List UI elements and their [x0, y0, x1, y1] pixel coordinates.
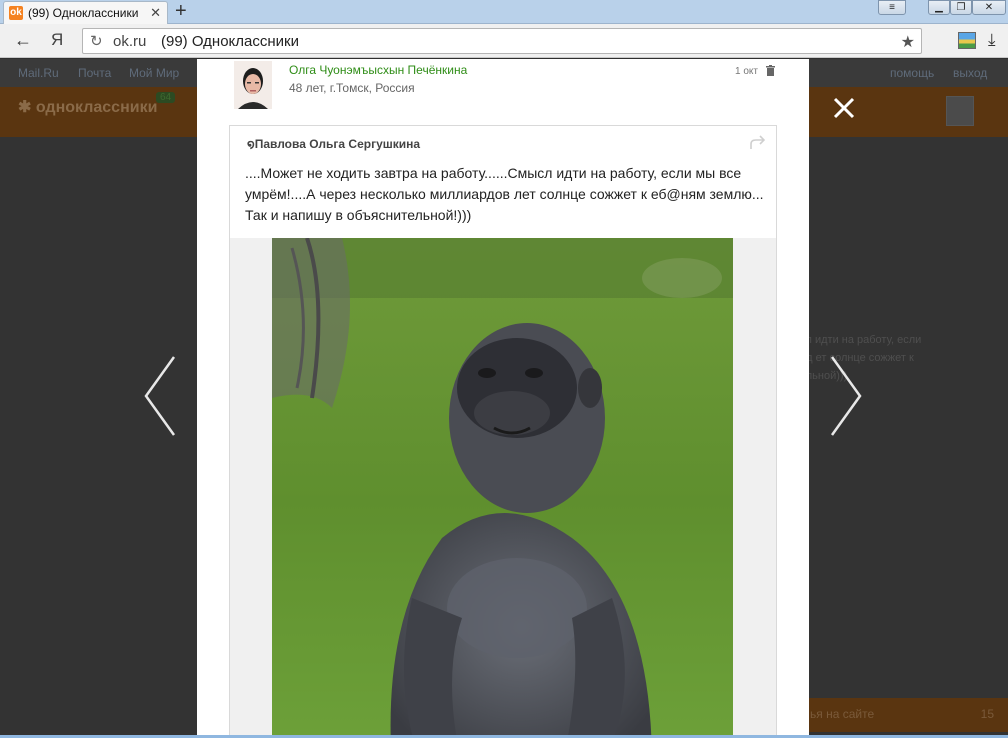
restore-button[interactable]: ❐ — [950, 0, 972, 15]
bg-link-exit: выход — [953, 66, 988, 80]
tab-close-icon[interactable]: ✕ — [150, 5, 161, 21]
bg-avatar — [946, 96, 974, 126]
bg-logo: ✱ одноклассники — [18, 97, 157, 117]
previous-arrow-icon[interactable] — [142, 355, 182, 437]
bg-link-myworld: Мой Мир — [129, 66, 180, 80]
next-arrow-icon[interactable] — [826, 355, 866, 437]
post-text: ....Может не ходить завтра на работу....… — [245, 165, 764, 223]
ok-favicon-icon: ok — [9, 6, 23, 20]
photo-area — [230, 238, 776, 738]
bg-bottom-bar: ья на сайте 15 — [806, 698, 1008, 732]
bg-snippet-line: сл идти на работу, если — [800, 334, 922, 346]
window-close-button[interactable]: ✕ — [972, 0, 1006, 15]
ok-logo-icon: ✱ — [18, 99, 36, 116]
address-host: ok.ru — [113, 33, 147, 50]
bg-logo-text: одноклассники — [35, 99, 158, 116]
download-icon[interactable]: ⤓ — [988, 30, 996, 50]
address-page-title: (99) Одноклассники — [161, 33, 299, 50]
bg-link-mail: Почта — [78, 66, 112, 80]
picture-extension-icon[interactable] — [958, 32, 976, 49]
bg-link-help: помощь — [890, 66, 935, 80]
new-tab-button[interactable]: + — [175, 0, 187, 22]
post-date: 1 окт — [735, 66, 758, 77]
address-bar[interactable]: ↻ ok.ru (99) Одноклассники ★ — [82, 28, 922, 54]
repost-author-name: Павлова Ольга Сергушкина — [254, 137, 421, 151]
restore-icon: ❐ — [956, 2, 966, 13]
bg-bottom-bar-text: ья на сайте — [810, 707, 875, 721]
bg-bottom-bar-count: 15 — [980, 707, 994, 721]
author-avatar[interactable] — [234, 61, 272, 109]
post-modal: Олга Чуонэмъысхын Печёнкина 48 лет, г.То… — [197, 59, 809, 738]
author-name-link[interactable]: Олга Чуонэмъысхын Печёнкина — [289, 63, 467, 77]
yandex-icon[interactable]: Я — [51, 30, 63, 50]
bg-badge: 64 — [156, 92, 176, 103]
minimize-icon: ▁ — [935, 2, 943, 13]
browser-tab[interactable]: ok (99) Одноклассники ✕ — [3, 1, 168, 24]
browser-toolbar: ← Я ↻ ok.ru (99) Одноклассники ★ ⤓ — [0, 24, 1008, 58]
tab-title: (99) Одноклассники — [28, 6, 139, 20]
browser-menu-button[interactable]: ≡ — [878, 0, 906, 15]
close-icon: ✕ — [984, 2, 994, 13]
browser-tab-bar: ok (99) Одноклассники ✕ + ≡ ▁ ❐ ✕ — [0, 0, 1008, 24]
repost-author[interactable]: ໑Павлова Ольга Сергушкина — [247, 137, 420, 151]
bg-link-mailru: Mail.Ru — [18, 66, 59, 80]
reload-icon[interactable]: ↻ — [90, 32, 103, 50]
author-meta: 48 лет, г.Томск, Россия — [289, 81, 415, 95]
share-icon[interactable] — [749, 135, 767, 151]
repost-card: ໑Павлова Ольга Сергушкина ....Может не х… — [229, 125, 777, 738]
close-overlay-icon[interactable] — [832, 96, 856, 120]
menu-icon: ≡ — [889, 2, 895, 13]
trash-icon[interactable] — [766, 65, 775, 76]
repost-icon: ໑ — [247, 137, 255, 151]
gorilla-photo[interactable] — [272, 238, 733, 738]
back-arrow-icon[interactable]: ← — [14, 30, 32, 51]
minimize-button[interactable]: ▁ — [928, 0, 950, 15]
bookmark-star-icon[interactable]: ★ — [901, 32, 915, 52]
